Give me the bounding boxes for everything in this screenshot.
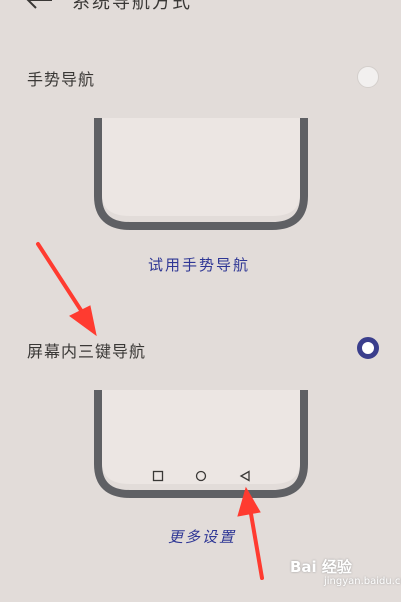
gesture-navigation-radio[interactable] bbox=[357, 66, 379, 88]
gesture-phone-preview bbox=[90, 118, 312, 230]
three-key-navigation-label[interactable]: 屏幕内三键导航 bbox=[27, 338, 146, 362]
nav-keys bbox=[152, 470, 252, 484]
back-triangle-icon bbox=[239, 470, 250, 482]
red-arrow-upper bbox=[36, 242, 97, 337]
more-settings-link[interactable]: 更多设置 bbox=[168, 526, 236, 547]
annotation-arrows bbox=[36, 242, 264, 580]
recent-apps-icon bbox=[152, 470, 164, 482]
gesture-navigation-label[interactable]: 手势导航 bbox=[27, 66, 95, 90]
baidu-watermark: Bai 经验 jingyan.baidu.com bbox=[290, 556, 401, 590]
page-title: 系统导航方式 bbox=[72, 0, 192, 13]
three-key-navigation-radio[interactable] bbox=[357, 337, 379, 359]
red-arrow-lower bbox=[237, 486, 264, 580]
back-arrow-icon[interactable] bbox=[24, 0, 54, 12]
try-gesture-link[interactable]: 试用手势导航 bbox=[148, 254, 250, 275]
home-icon bbox=[195, 470, 207, 482]
header: 系统导航方式 bbox=[0, 0, 401, 22]
watermark-text: Bai 经验 bbox=[290, 558, 352, 576]
watermark-url: jingyan.baidu.com bbox=[324, 576, 401, 587]
